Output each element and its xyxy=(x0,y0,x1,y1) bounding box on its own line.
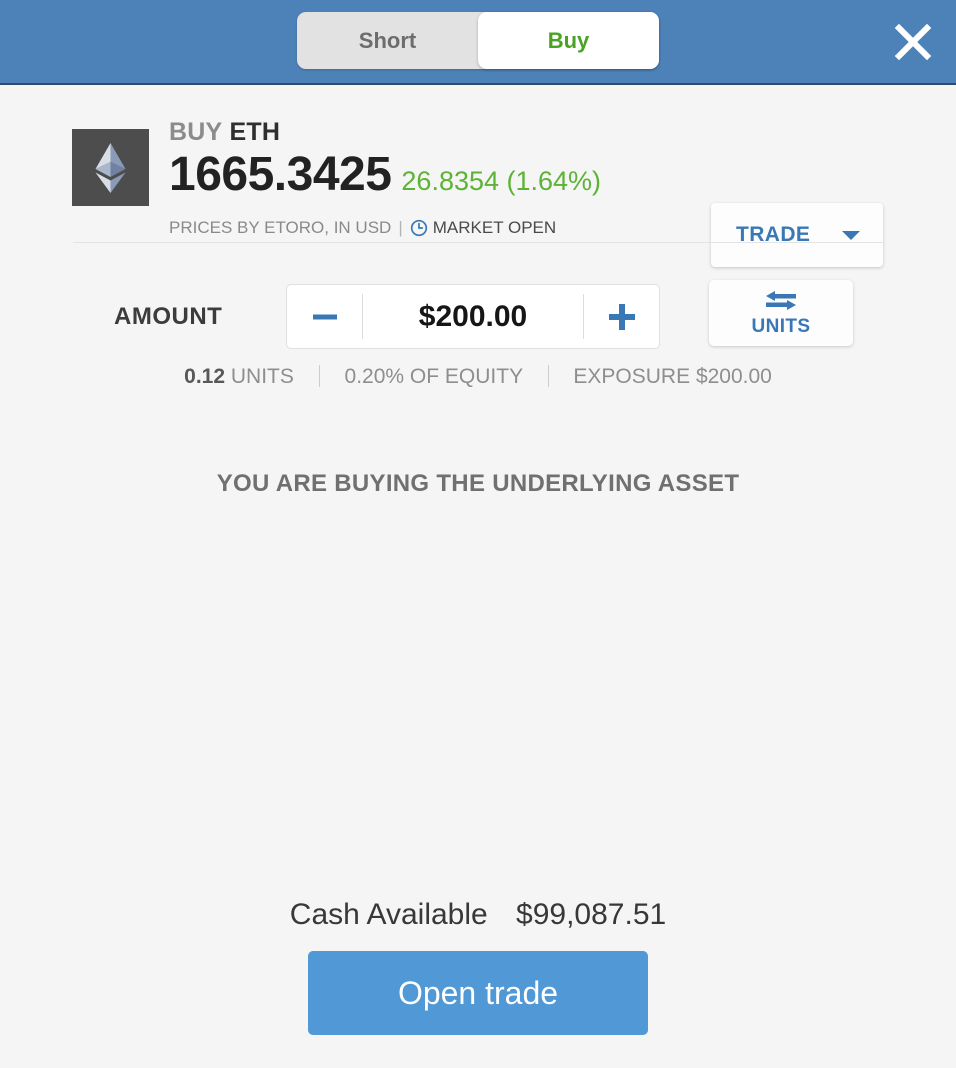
instrument-symbol: ETH xyxy=(229,118,281,146)
open-trade-button[interactable]: Open trade xyxy=(308,951,648,1035)
price-line: 1665.3425 26.8354 (1.64%) xyxy=(169,149,601,212)
units-toggle-label: UNITS xyxy=(751,316,811,337)
trade-stats-row: 0.12 UNITS 0.20% OF EQUITY EXPOSURE $200… xyxy=(0,365,956,389)
close-button[interactable] xyxy=(884,13,942,71)
swap-arrows-icon xyxy=(764,289,798,318)
clock-icon xyxy=(410,219,428,237)
stat-divider-2 xyxy=(547,365,549,387)
meta-separator: | xyxy=(398,218,403,237)
instrument-title: BUY ETH xyxy=(169,117,601,147)
instrument-text-block: BUY ETH 1665.3425 26.8354 (1.64%) PRICES … xyxy=(169,117,601,238)
stat-equity: 0.20% OF EQUITY xyxy=(344,365,523,388)
market-status-label: MARKET OPEN xyxy=(432,218,557,237)
toggle-option-short[interactable]: Short xyxy=(297,12,478,69)
trade-direction-label: BUY xyxy=(169,118,223,146)
toggle-option-buy[interactable]: Buy xyxy=(478,12,659,69)
trade-type-dropdown-label: TRADE xyxy=(736,223,811,246)
chevron-down-icon xyxy=(842,231,860,240)
header-divider xyxy=(73,242,883,243)
units-toggle-button[interactable]: UNITS xyxy=(709,280,853,346)
amount-increment-button[interactable] xyxy=(584,285,659,348)
amount-label: AMOUNT xyxy=(114,303,223,330)
cash-available-label: Cash Available xyxy=(289,898,488,931)
amount-input[interactable]: $200.00 xyxy=(363,285,583,348)
asset-logo xyxy=(72,129,149,206)
amount-stepper[interactable]: $200.00 xyxy=(286,284,660,349)
trade-type-dropdown[interactable]: TRADE xyxy=(711,203,883,267)
close-icon xyxy=(894,23,932,61)
amount-decrement-button[interactable] xyxy=(287,285,362,348)
prices-by-label: PRICES BY ETORO, IN USD xyxy=(169,218,392,237)
stat-exposure: EXPOSURE $200.00 xyxy=(573,365,772,388)
direction-toggle-group[interactable]: Short Buy xyxy=(297,12,659,69)
stat-units-label: UNITS xyxy=(230,365,294,388)
instrument-price: 1665.3425 xyxy=(169,148,392,201)
underlying-asset-notice: YOU ARE BUYING THE UNDERLYING ASSET xyxy=(216,470,740,497)
instrument-header: BUY ETH 1665.3425 26.8354 (1.64%) PRICES … xyxy=(0,85,956,267)
stat-units-value: 0.12 xyxy=(184,365,226,388)
ethereum-logo-icon xyxy=(95,143,126,193)
modal-header-bar: Short Buy xyxy=(0,0,956,85)
stat-units: 0.12 UNITS xyxy=(184,365,294,388)
price-meta: PRICES BY ETORO, IN USD | MARKET OPEN xyxy=(169,218,601,238)
instrument-price-change: 26.8354 (1.64%) xyxy=(401,166,602,196)
cash-available-value: $99,087.51 xyxy=(516,898,667,931)
stat-divider-1 xyxy=(318,365,320,387)
cash-available-row: Cash Available $99,087.51 xyxy=(0,898,956,932)
